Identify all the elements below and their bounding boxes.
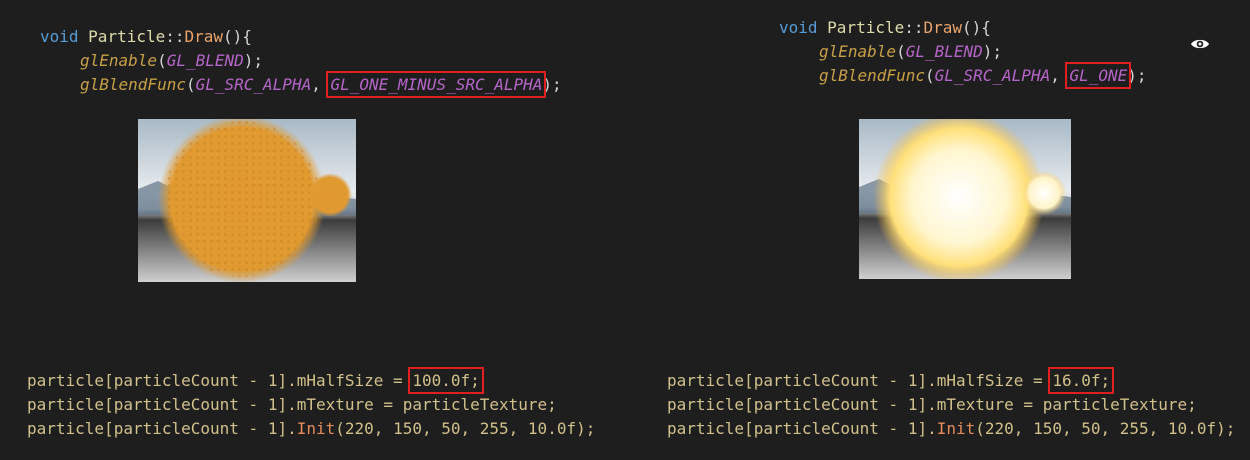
function-name: Draw (923, 18, 963, 37)
code-line-init: particle[particleCount - 1].Init(220, 15… (667, 417, 1235, 441)
scope-operator: :: (165, 27, 185, 46)
particle-var: particle (27, 419, 105, 438)
eye-icon[interactable] (1190, 36, 1210, 52)
signature-tail: (){ (962, 18, 991, 37)
dst-factor-highlighted: GL_ONE (1065, 62, 1132, 89)
paren-close: ); (1127, 66, 1147, 85)
gl-blendfunc-line: glBlendFunc(GL_SRC_ALPHA, GL_ONE); (819, 62, 1147, 89)
particle-var: particle (667, 395, 745, 414)
gl-blendfunc-line: glBlendFunc(GL_SRC_ALPHA, GL_ONE_MINUS_S… (80, 71, 562, 98)
gl-blend-constant: GL_BLEND (166, 51, 244, 70)
halfsize-value-highlighted: 100.0f; (408, 367, 484, 394)
texture-field: .mTexture = (287, 395, 403, 414)
paren-close: ); (542, 75, 562, 94)
texture-value: particleTexture; (402, 395, 557, 414)
signature-tail: (){ (223, 27, 252, 46)
particle-index: [particleCount - 1] (104, 419, 288, 438)
init-method: Init (296, 419, 336, 438)
gl-enable-line: glEnable(GL_BLEND); (819, 40, 1002, 64)
draw-signature: void Particle::Draw(){ (779, 16, 991, 40)
halfsize-field: .mHalfSize = (287, 371, 413, 390)
comma: , (311, 75, 331, 94)
init-args: (220, 150, 50, 255, 10.0f); (335, 419, 596, 438)
class-name: Particle (827, 18, 905, 37)
member-dot: . (287, 419, 297, 438)
class-name: Particle (88, 27, 166, 46)
code-line-halfsize: particle[particleCount - 1].mHalfSize = … (27, 367, 484, 394)
left-render-preview (138, 119, 356, 282)
particle-index: [particleCount - 1] (104, 371, 288, 390)
init-method: Init (936, 419, 976, 438)
draw-signature: void Particle::Draw(){ (40, 25, 252, 49)
code-line-texture: particle[particleCount - 1].mTexture = p… (667, 393, 1197, 417)
particle-index: [particleCount - 1] (744, 395, 928, 414)
particle-var: particle (27, 395, 105, 414)
code-line-init: particle[particleCount - 1].Init(220, 15… (27, 417, 595, 441)
paren-open: ( (157, 51, 167, 70)
right-render-preview (859, 119, 1071, 279)
gl-blendfunc-call: glBlendFunc (819, 66, 925, 85)
gl-blendfunc-call: glBlendFunc (80, 75, 186, 94)
particle-index: [particleCount - 1] (744, 371, 928, 390)
paren-close: ); (243, 51, 264, 70)
code-line-halfsize: particle[particleCount - 1].mHalfSize = … (667, 367, 1115, 394)
src-factor-constant: GL_SRC_ALPHA (934, 66, 1051, 85)
paren-open: ( (924, 66, 935, 85)
src-factor-constant: GL_SRC_ALPHA (195, 75, 312, 94)
particle-var: particle (667, 419, 745, 438)
comma: , (1050, 66, 1070, 85)
paren-close: ); (982, 42, 1003, 61)
particle-index: [particleCount - 1] (744, 419, 928, 438)
gl-enable-call: glEnable (819, 42, 897, 61)
gl-enable-call: glEnable (80, 51, 158, 70)
void-keyword: void (779, 18, 818, 37)
particle-var: particle (667, 371, 745, 390)
init-args: (220, 150, 50, 255, 10.0f); (975, 419, 1236, 438)
member-dot: . (927, 419, 937, 438)
void-keyword: void (40, 27, 79, 46)
paren-open: ( (896, 42, 906, 61)
particle-index: [particleCount - 1] (104, 395, 288, 414)
halfsize-field: .mHalfSize = (927, 371, 1053, 390)
function-name: Draw (184, 27, 224, 46)
dst-factor-highlighted: GL_ONE_MINUS_SRC_ALPHA (326, 71, 547, 98)
code-line-texture: particle[particleCount - 1].mTexture = p… (27, 393, 557, 417)
texture-value: particleTexture; (1042, 395, 1197, 414)
particle-var: particle (27, 371, 105, 390)
gl-blend-constant: GL_BLEND (905, 42, 983, 61)
scope-operator: :: (904, 18, 924, 37)
gl-enable-line: glEnable(GL_BLEND); (80, 49, 263, 73)
texture-field: .mTexture = (927, 395, 1043, 414)
halfsize-value-highlighted: 16.0f; (1048, 367, 1115, 394)
paren-open: ( (185, 75, 196, 94)
